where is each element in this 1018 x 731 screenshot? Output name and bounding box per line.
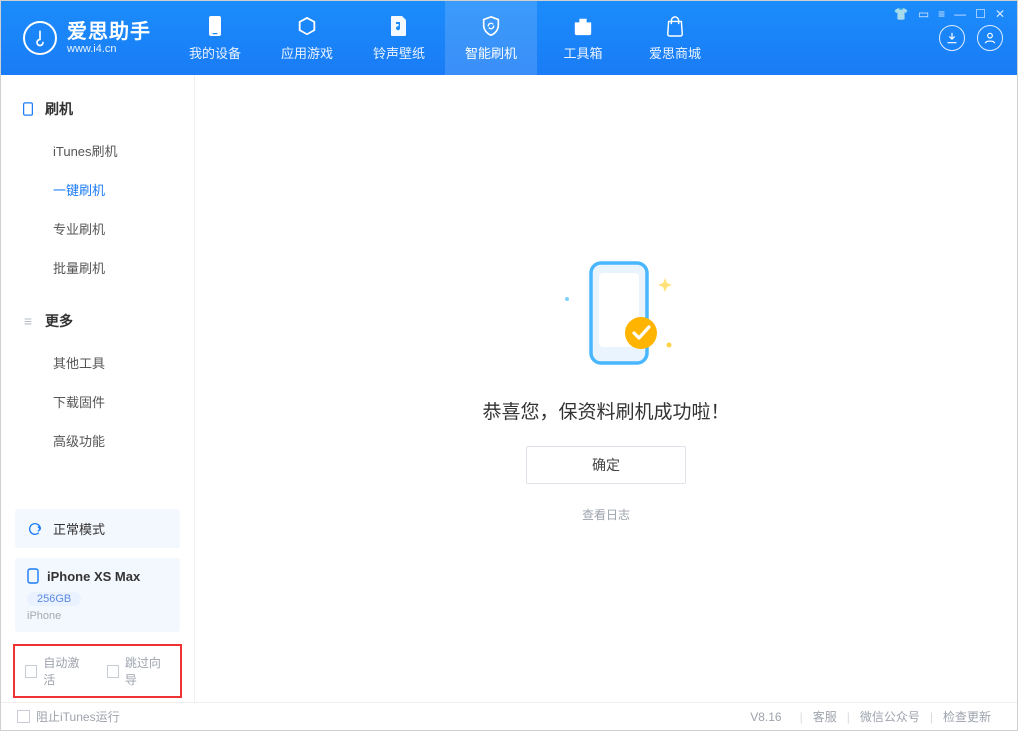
section-title: 更多	[45, 311, 73, 331]
main-nav: 我的设备 应用游戏 铃声壁纸 智能刷机 工具箱 爱思商城	[169, 1, 721, 75]
sidebar-item-pro-flash[interactable]: 专业刷机	[1, 209, 194, 248]
nav-label: 工具箱	[563, 43, 602, 62]
sync-icon	[27, 521, 43, 537]
footer-link-update[interactable]: 检查更新	[943, 708, 991, 725]
footer-link-wechat[interactable]: 微信公众号	[860, 708, 920, 725]
options-highlight: 自动激活 跳过向导	[13, 644, 182, 698]
section-title: 刷机	[45, 99, 73, 119]
nav-label: 铃声壁纸	[373, 43, 425, 62]
sidebar-section-more: ≡ 更多	[1, 305, 194, 337]
user-icon	[983, 31, 997, 45]
download-icon	[945, 31, 959, 45]
sidebar: 刷机 iTunes刷机 一键刷机 专业刷机 批量刷机 ≡ 更多 其他工具 下载固…	[1, 75, 195, 702]
brand-glyph	[31, 29, 49, 47]
list-icon: ≡	[21, 314, 35, 328]
nav-ringtones-wallpapers[interactable]: 铃声壁纸	[353, 1, 445, 75]
nav-label: 爱思商城	[649, 43, 701, 62]
music-file-icon	[387, 14, 411, 38]
maximize-button[interactable]: ☐	[975, 7, 986, 21]
window-controls: 👕 ▭ ≡ — ☐ ✕	[894, 7, 1005, 21]
sidebar-item-advanced[interactable]: 高级功能	[1, 421, 194, 460]
footer-link-support[interactable]: 客服	[813, 708, 837, 725]
checkbox-skip-guide[interactable]: 跳过向导	[107, 654, 171, 688]
sidebar-section-flash: 刷机	[1, 93, 194, 125]
device-panel: 正常模式 iPhone XS Max 256GB iPhone	[1, 509, 194, 644]
device-mode-box[interactable]: 正常模式	[15, 509, 180, 548]
checkbox-icon	[25, 665, 37, 678]
confirm-button[interactable]: 确定	[526, 446, 686, 484]
nav-apps-games[interactable]: 应用游戏	[261, 1, 353, 75]
menu-icon[interactable]: ≡	[938, 7, 945, 21]
close-button[interactable]: ✕	[995, 7, 1005, 21]
status-bar: 阻止iTunes运行 V8.16 | 客服 | 微信公众号 | 检查更新	[1, 702, 1017, 730]
success-message: 恭喜您，保资料刷机成功啦！	[482, 397, 729, 424]
shirt-icon[interactable]: 👕	[894, 7, 909, 21]
brand-text: 爱思助手 www.i4.cn	[67, 21, 151, 55]
more-menu: 其他工具 下载固件 高级功能	[1, 343, 194, 460]
sidebar-scroll: 刷机 iTunes刷机 一键刷机 专业刷机 批量刷机 ≡ 更多 其他工具 下载固…	[1, 75, 194, 509]
phone-icon	[203, 14, 227, 38]
device-capacity: 256GB	[27, 592, 81, 606]
cube-icon	[295, 14, 319, 38]
minimize-button[interactable]: —	[954, 7, 966, 21]
device-model: iPhone XS Max	[47, 569, 140, 584]
shield-refresh-icon	[479, 14, 503, 38]
device-mode-label: 正常模式	[53, 519, 105, 538]
brand-icon	[23, 21, 57, 55]
app-body: 刷机 iTunes刷机 一键刷机 专业刷机 批量刷机 ≡ 更多 其他工具 下载固…	[1, 75, 1017, 702]
logo: 爱思助手 www.i4.cn	[1, 21, 169, 55]
view-log-link[interactable]: 查看日志	[582, 506, 630, 523]
nav-smart-flash[interactable]: 智能刷机	[445, 1, 537, 75]
nav-label: 智能刷机	[465, 43, 517, 62]
success-illustration	[551, 255, 661, 375]
nav-label: 我的设备	[189, 43, 241, 62]
shopping-bag-icon	[663, 14, 687, 38]
device-type: iPhone	[27, 610, 168, 622]
nav-label: 应用游戏	[281, 43, 333, 62]
header-actions	[939, 25, 1003, 51]
download-button[interactable]	[939, 25, 965, 51]
nav-store[interactable]: 爱思商城	[629, 1, 721, 75]
checkbox-auto-activate[interactable]: 自动激活	[25, 654, 89, 688]
nav-my-device[interactable]: 我的设备	[169, 1, 261, 75]
checkbox-icon	[17, 710, 30, 723]
user-button[interactable]	[977, 25, 1003, 51]
device-small-icon	[21, 102, 35, 116]
checkbox-label: 阻止iTunes运行	[36, 708, 120, 725]
sidebar-item-other-tools[interactable]: 其他工具	[1, 343, 194, 382]
sidebar-item-itunes-flash[interactable]: iTunes刷机	[1, 131, 194, 170]
flash-menu: iTunes刷机 一键刷机 专业刷机 批量刷机	[1, 131, 194, 287]
app-url: www.i4.cn	[67, 43, 151, 55]
app-title: 爱思助手	[67, 21, 151, 43]
feedback-icon[interactable]: ▭	[918, 7, 929, 21]
checkbox-label: 跳过向导	[125, 654, 170, 688]
checkbox-icon	[107, 665, 119, 678]
device-info-box[interactable]: iPhone XS Max 256GB iPhone	[15, 558, 180, 632]
nav-toolbox[interactable]: 工具箱	[537, 1, 629, 75]
checkbox-block-itunes[interactable]: 阻止iTunes运行	[17, 708, 120, 725]
sidebar-item-oneclick-flash[interactable]: 一键刷机	[1, 170, 194, 209]
toolbox-icon	[571, 14, 595, 38]
sidebar-item-download-firmware[interactable]: 下载固件	[1, 382, 194, 421]
app-header: 爱思助手 www.i4.cn 我的设备 应用游戏 铃声壁纸 智能刷机 工具箱 爱…	[1, 1, 1017, 75]
main-content: 恭喜您，保资料刷机成功啦！ 确定 查看日志	[195, 75, 1017, 702]
version-label: V8.16	[750, 710, 781, 724]
checkbox-label: 自动激活	[43, 654, 88, 688]
phone-small-icon	[27, 568, 39, 584]
sidebar-item-batch-flash[interactable]: 批量刷机	[1, 248, 194, 287]
